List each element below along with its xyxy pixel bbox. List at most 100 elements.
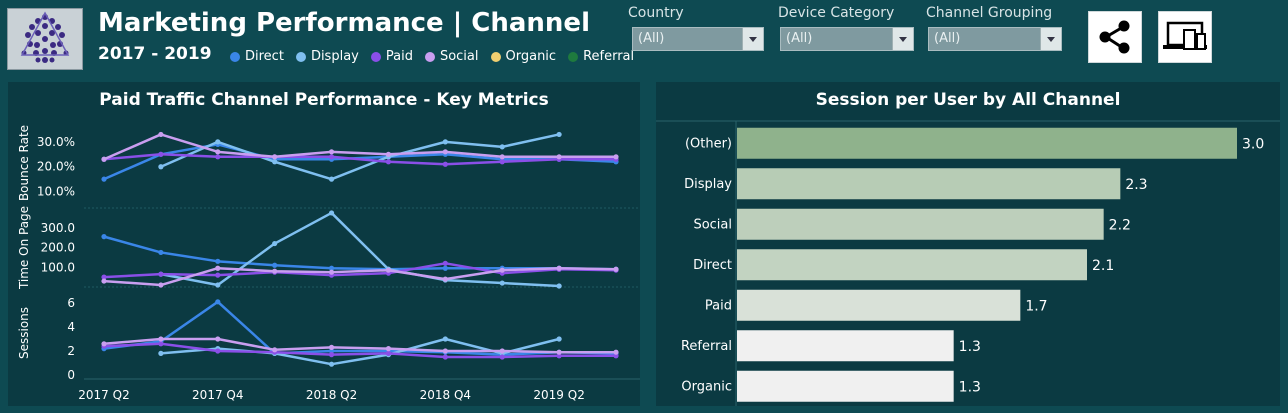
legend-label: Organic [505, 49, 557, 64]
category-label: Direct [693, 258, 732, 273]
logo-graphic [20, 11, 70, 63]
page-subtitle: 2017 - 2019 [98, 44, 212, 64]
data-point [442, 336, 448, 342]
data-point [328, 269, 335, 275]
filter-country: Country (All) [628, 5, 764, 51]
key-metrics-line-chart: Bounce Rate 10.0% 20.0% 30.0% Time On Page 10… [17, 125, 640, 402]
y-tick-label: 6 [67, 296, 75, 310]
data-point [499, 154, 505, 160]
bar-other [737, 127, 1237, 159]
data-point [556, 283, 562, 289]
data-point [499, 267, 505, 273]
x-tick-label: 2019 Q2 [533, 388, 584, 402]
data-point [385, 159, 392, 165]
legend-item-referral[interactable]: Referral [568, 49, 634, 64]
y-tick-label: 20.0% [37, 160, 75, 174]
legend-item-direct[interactable]: Direct [230, 49, 284, 64]
legend-item-display[interactable]: Display [295, 49, 359, 64]
channel-grouping-select[interactable]: (All) [928, 27, 1062, 51]
devices-icon [1163, 21, 1207, 50]
device-category-select[interactable]: (All) [780, 27, 914, 51]
data-point [499, 348, 505, 354]
share-icon [1099, 20, 1130, 54]
legend-label: Social [439, 49, 479, 64]
y-axis-title: Sessions [17, 307, 31, 359]
data-point [328, 154, 335, 160]
data-point [385, 267, 392, 273]
category-label: Referral [681, 339, 732, 354]
data-point [442, 161, 448, 167]
legend-swatch [424, 51, 435, 62]
data-point [272, 268, 278, 274]
legend-swatch [295, 51, 306, 62]
device-preview-button[interactable] [1158, 11, 1212, 63]
data-point [158, 131, 164, 138]
category-label: Paid [705, 298, 732, 313]
data-label: 1.3 [959, 339, 981, 355]
data-point [556, 349, 562, 355]
filter-channel-grouping: Channel Grouping (All) [926, 5, 1062, 51]
data-point [101, 156, 107, 162]
y-tick-label: 200.0 [41, 241, 75, 255]
legend-label: Direct [245, 49, 284, 64]
data-point [556, 336, 562, 342]
y-axis-title: Bounce Rate [17, 125, 31, 201]
data-point [215, 139, 221, 145]
data-point [328, 344, 335, 350]
data-point [215, 272, 221, 278]
legend-swatch [230, 51, 240, 62]
data-point [385, 346, 392, 352]
legend-swatch [370, 51, 381, 62]
data-point [158, 350, 164, 356]
data-point [499, 280, 505, 286]
data-point [158, 151, 164, 157]
data-point [556, 131, 562, 138]
data-point [556, 265, 562, 271]
legend-label: Paid [385, 49, 413, 64]
legend-label: Referral [583, 49, 635, 64]
legend-swatch [490, 51, 501, 62]
y-tick-label: 2 [67, 344, 75, 358]
data-point [442, 260, 448, 266]
data-point [272, 154, 278, 160]
chevron-down-icon[interactable] [892, 28, 913, 50]
data-point [442, 348, 448, 354]
data-point [499, 144, 505, 150]
legend-label: Display [310, 49, 359, 64]
y-axis-title: Time On Page [17, 206, 31, 290]
category-label: Social [693, 217, 732, 232]
data-point [442, 265, 448, 271]
y-tick-label: 30.0% [37, 135, 75, 149]
legend-swatch [568, 51, 579, 62]
data-point [158, 271, 164, 277]
filter-label: Channel Grouping [926, 5, 1053, 21]
category-label: Display [684, 177, 732, 192]
chevron-down-icon[interactable] [742, 28, 763, 50]
data-point [613, 349, 619, 355]
data-point [328, 210, 335, 216]
x-tick-label: 2018 Q2 [306, 388, 357, 402]
session-per-user-bar-chart: (Other) 3.0 Display 2.3 Social 2.2 Direct 2.1 Pa… [656, 120, 1280, 406]
data-label: 1.3 [959, 379, 981, 395]
country-select[interactable]: (All) [632, 27, 764, 51]
legend-item-organic[interactable]: Organic [490, 49, 557, 64]
data-point [613, 154, 619, 160]
bar-direct [737, 249, 1087, 281]
bar-referral [737, 330, 954, 362]
data-point [442, 139, 448, 145]
bar-organic [737, 370, 954, 402]
data-point [158, 341, 164, 347]
chevron-down-icon[interactable] [1040, 28, 1061, 50]
data-point [328, 361, 335, 367]
y-tick-label: 100.0 [41, 260, 75, 274]
y-tick-label: 0 [67, 368, 75, 382]
data-label: 2.2 [1109, 217, 1131, 233]
data-point [272, 240, 278, 247]
legend-item-paid[interactable]: Paid [370, 49, 413, 64]
data-label: 2.1 [1092, 258, 1114, 274]
legend-item-social[interactable]: Social [424, 49, 479, 64]
share-button[interactable] [1088, 11, 1142, 63]
data-point [158, 164, 164, 170]
page-title: Marketing Performance | Channel [98, 8, 590, 38]
y-tick-label: 10.0% [37, 185, 75, 199]
